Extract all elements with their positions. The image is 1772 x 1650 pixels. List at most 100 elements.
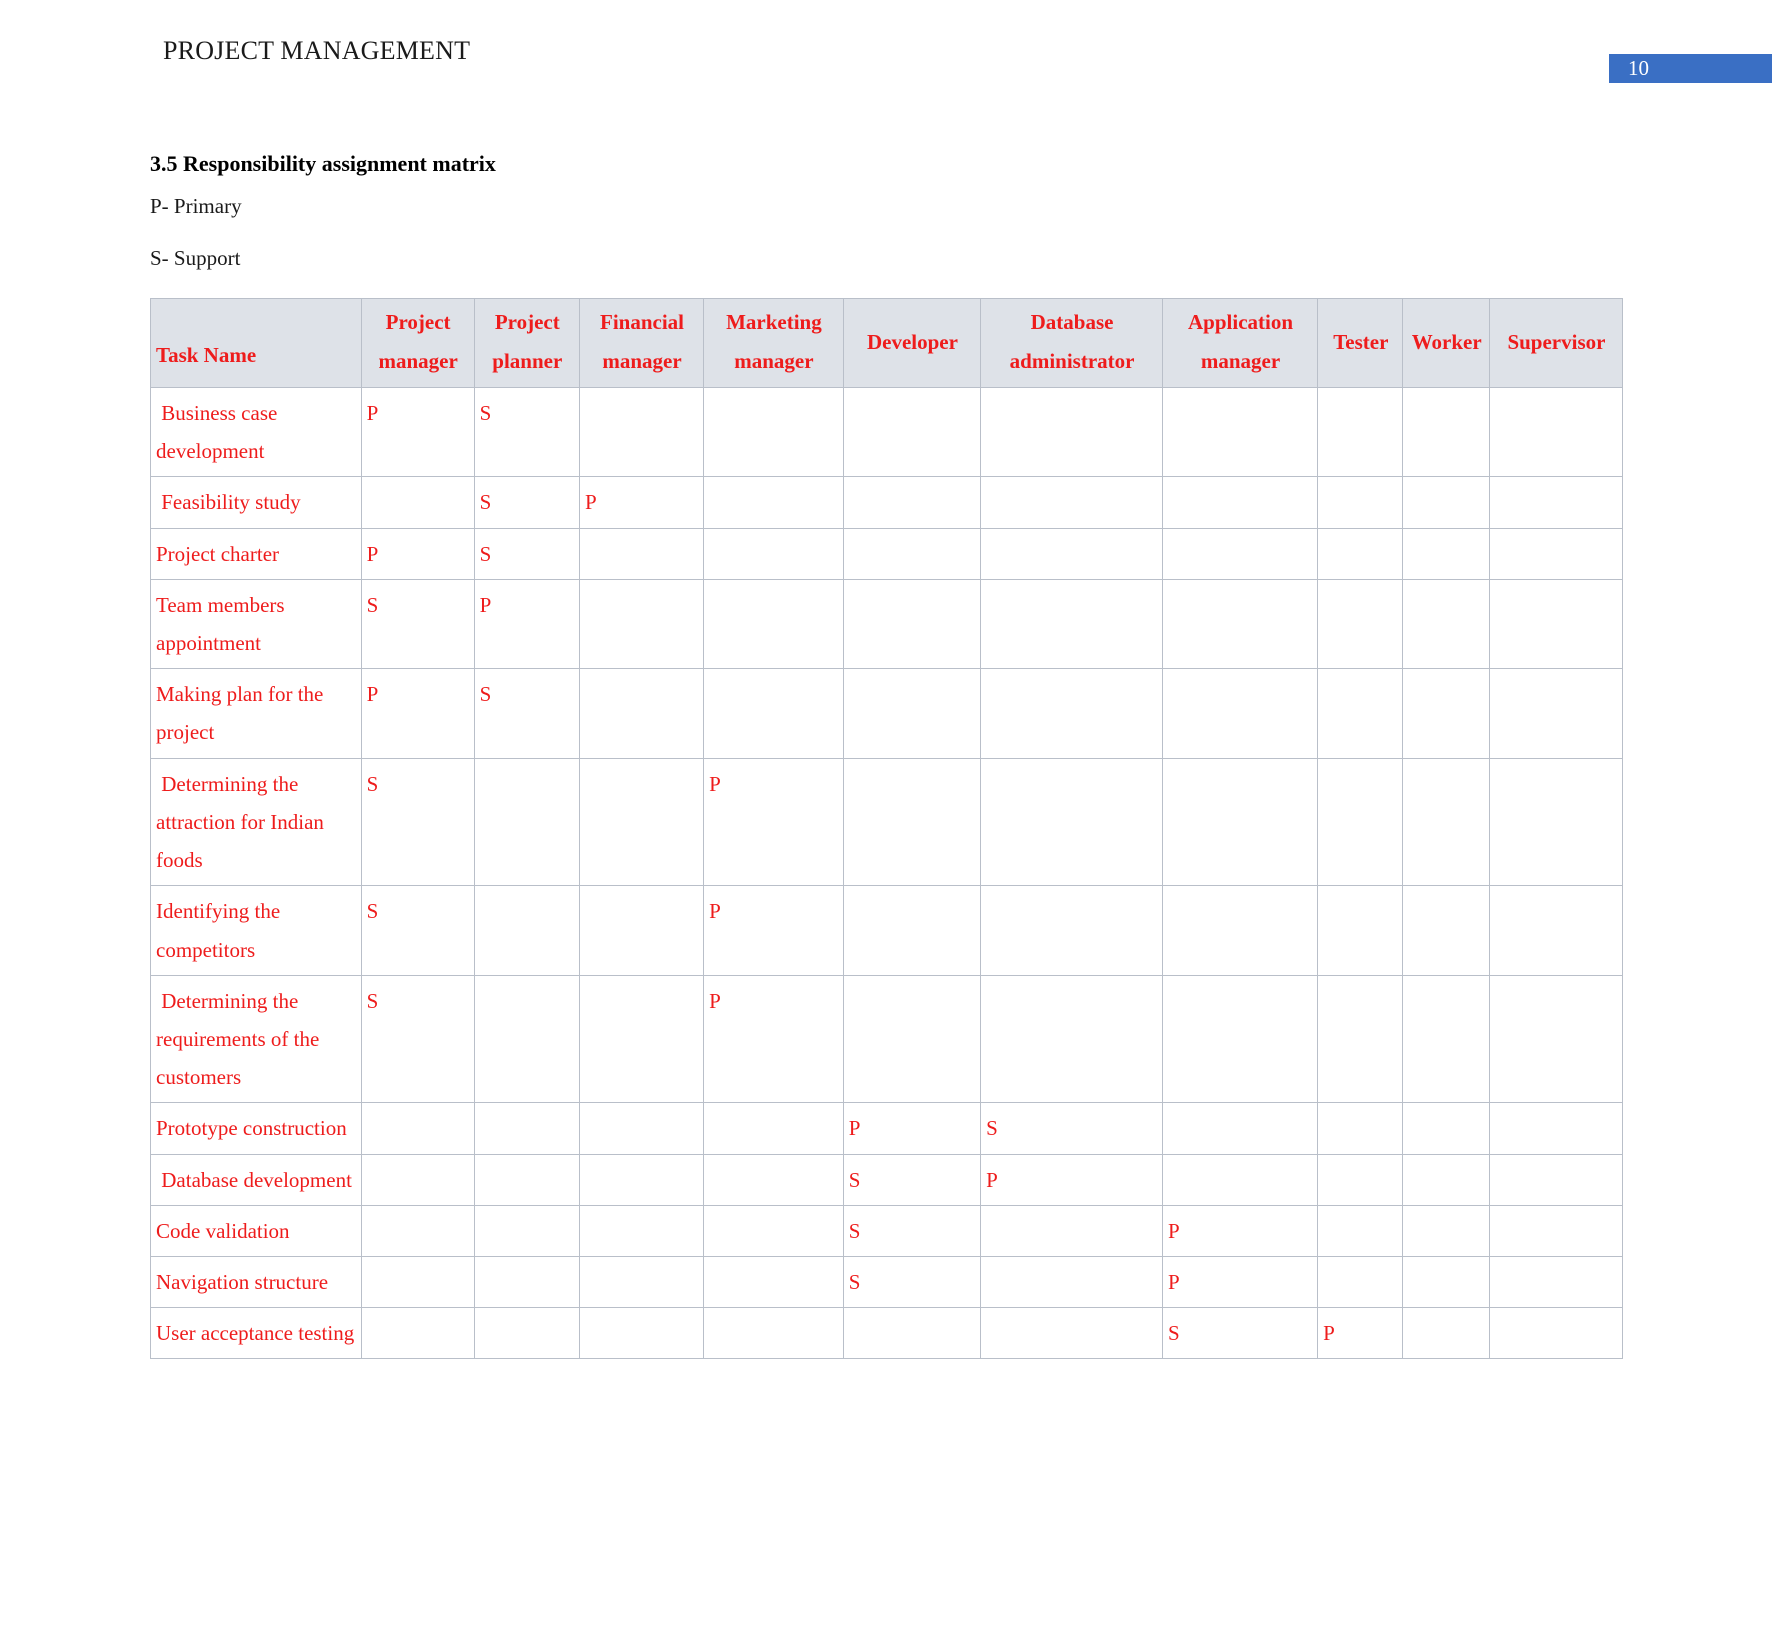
- assignment-cell: [578, 527, 705, 580]
- table-row: Code validation S P: [150, 1204, 1624, 1258]
- responsibility-assignment-matrix-table: Task Name Project manager Project planne…: [150, 298, 1624, 1360]
- assignment-cell: [703, 386, 844, 478]
- assignment-cell: [1402, 885, 1490, 976]
- page-header: PROJECT MANAGEMENT 10: [0, 36, 1772, 83]
- section-heading: 3.5 Responsibility assignment matrix: [150, 151, 496, 176]
- assignment-cell: S: [1161, 1307, 1319, 1360]
- assignment-cell: [1161, 757, 1319, 887]
- assignment-cell: [980, 757, 1163, 887]
- assignment-cell: [1317, 668, 1404, 759]
- assignment-cell: [1488, 974, 1624, 1104]
- task-name-cell: Determining the requirements of the cust…: [150, 974, 362, 1104]
- assignment-cell: [980, 668, 1163, 759]
- assignment-cell: [980, 527, 1163, 580]
- assignment-cell: S: [842, 1204, 982, 1258]
- assignment-cell: [980, 578, 1163, 670]
- table-header-row: Task Name Project manager Project planne…: [150, 298, 1624, 388]
- task-name-cell: Identifying the competitors: [150, 885, 362, 976]
- assignment-cell: [1161, 527, 1319, 580]
- assignment-cell: [1317, 1102, 1404, 1155]
- table-row: Team members appointment S P: [150, 578, 1624, 670]
- assignment-cell: S: [980, 1102, 1163, 1155]
- assignment-cell: [1488, 1153, 1624, 1206]
- assignment-cell: [1161, 885, 1319, 976]
- assignment-cell: [1161, 1153, 1319, 1206]
- assignment-cell: P: [842, 1102, 982, 1155]
- assignment-cell: P: [703, 885, 844, 976]
- assignment-cell: [1161, 668, 1319, 759]
- assignment-cell: [1317, 974, 1404, 1104]
- assignment-cell: [703, 1307, 844, 1360]
- assignment-cell: [703, 1102, 844, 1155]
- assignment-cell: [473, 1256, 580, 1309]
- assignment-cell: S: [842, 1153, 982, 1206]
- table-row: Feasibility study S P: [150, 476, 1624, 529]
- assignment-cell: [980, 386, 1163, 478]
- assignment-cell: [1317, 386, 1404, 478]
- assignment-cell: [578, 386, 705, 478]
- assignment-cell: [578, 1307, 705, 1360]
- assignment-cell: S: [360, 578, 475, 670]
- legend-support: S- Support: [150, 245, 241, 270]
- assignment-cell: [1402, 527, 1490, 580]
- assignment-cell: P: [360, 668, 475, 759]
- assignment-cell: [1488, 476, 1624, 529]
- assignment-cell: [360, 476, 475, 529]
- assignment-cell: [703, 578, 844, 670]
- assignment-cell: S: [360, 757, 475, 887]
- assignment-cell: [703, 1204, 844, 1258]
- task-name-cell: Feasibility study: [150, 476, 362, 529]
- column-header-financial-manager: Financial manager: [578, 298, 705, 388]
- assignment-cell: [703, 1153, 844, 1206]
- column-header-supervisor: Supervisor: [1488, 298, 1624, 388]
- assignment-cell: [1488, 885, 1624, 976]
- assignment-cell: [1402, 1256, 1490, 1309]
- assignment-cell: [473, 1153, 580, 1206]
- assignment-cell: P: [703, 974, 844, 1104]
- assignment-cell: [842, 757, 982, 887]
- assignment-cell: [1161, 578, 1319, 670]
- column-header-tester: Tester: [1317, 298, 1404, 388]
- assignment-cell: [1488, 757, 1624, 887]
- assignment-cell: [578, 578, 705, 670]
- assignment-cell: [1317, 1204, 1404, 1258]
- assignment-cell: [578, 757, 705, 887]
- task-name-cell: Making plan for the project: [150, 668, 362, 759]
- assignment-cell: S: [360, 885, 475, 976]
- assignment-cell: [703, 476, 844, 529]
- assignment-cell: [1488, 1102, 1624, 1155]
- assignment-cell: [1488, 1307, 1624, 1360]
- assignment-cell: P: [1161, 1256, 1319, 1309]
- assignment-cell: [578, 668, 705, 759]
- assignment-cell: [842, 885, 982, 976]
- table-row: Identifying the competitors S P: [150, 885, 1624, 976]
- assignment-cell: S: [473, 527, 580, 580]
- assignment-cell: [1317, 578, 1404, 670]
- assignment-cell: P: [360, 527, 475, 580]
- document-header-title: PROJECT MANAGEMENT: [163, 36, 471, 65]
- assignment-cell: P: [473, 578, 580, 670]
- assignment-cell: [980, 1307, 1163, 1360]
- assignment-cell: [1161, 476, 1319, 529]
- assignment-cell: P: [1317, 1307, 1404, 1360]
- table-row: Navigation structure S P: [150, 1256, 1624, 1309]
- column-header-database-administrator: Database administrator: [980, 298, 1163, 388]
- assignment-cell: [1488, 578, 1624, 670]
- column-header-developer: Developer: [842, 298, 982, 388]
- assignment-cell: [1488, 668, 1624, 759]
- assignment-cell: [842, 386, 982, 478]
- assignment-cell: [1402, 974, 1490, 1104]
- table-row: Making plan for the project P S: [150, 668, 1624, 759]
- assignment-cell: [1488, 1256, 1624, 1309]
- assignment-cell: P: [360, 386, 475, 478]
- assignment-cell: P: [1161, 1204, 1319, 1258]
- assignment-cell: [980, 1256, 1163, 1309]
- assignment-cell: [1402, 476, 1490, 529]
- legend-primary: P- Primary: [150, 193, 242, 218]
- column-header-application-manager: Application manager: [1161, 298, 1319, 388]
- table-body: Business case development P S Feasibility …: [150, 386, 1624, 1360]
- assignment-cell: [578, 1256, 705, 1309]
- assignment-cell: [980, 885, 1163, 976]
- column-header-project-manager: Project manager: [360, 298, 475, 388]
- assignment-cell: [473, 757, 580, 887]
